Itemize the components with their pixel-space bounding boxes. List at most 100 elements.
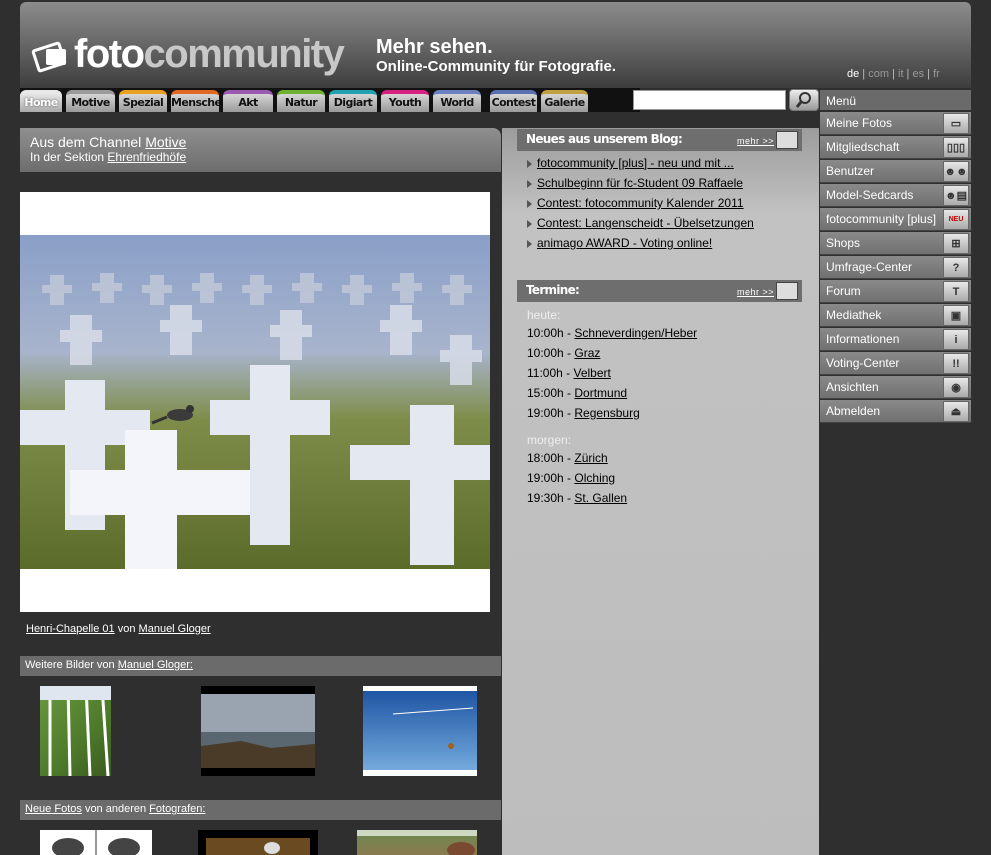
thumbnail[interactable]: [363, 686, 477, 776]
menu-item-mediathek[interactable]: Mediathek ▣: [820, 304, 971, 327]
event-place-link[interactable]: Regensburg: [574, 406, 639, 420]
event-time: 18:00h -: [527, 451, 572, 465]
menu-item-informationen[interactable]: Informationen i: [820, 328, 971, 351]
blog-more-link[interactable]: mehr >>: [737, 136, 774, 146]
more-images-prefix: Weitere Bilder von: [25, 659, 115, 671]
cart-icon: ⊞: [943, 233, 969, 254]
event-time: 11:00h -: [527, 366, 571, 380]
logo-text-foto: foto: [74, 31, 145, 76]
termine-more-link[interactable]: mehr >>: [737, 287, 774, 297]
media-icon: ▣: [943, 305, 969, 326]
users-icon: ☻☻: [943, 161, 969, 182]
language-switcher: de | com | it | es | fr: [847, 68, 940, 80]
thumbnail[interactable]: [357, 830, 477, 855]
blog-item-link[interactable]: fotocommunity [plus] - neu und mit ...: [537, 156, 734, 170]
menu-item-shops[interactable]: Shops ⊞: [820, 232, 971, 255]
logo[interactable]: foto community: [32, 31, 345, 76]
thumbnail[interactable]: [198, 830, 318, 855]
tab-natur[interactable]: Natur: [277, 90, 325, 112]
menu-item-ansichten[interactable]: Ansichten ◉: [820, 376, 971, 399]
event-time: 15:00h -: [527, 386, 572, 400]
event-row: 19:00h - Olching: [527, 471, 697, 491]
menu-item-label: Ansichten: [826, 380, 879, 394]
menu-item-label: Shops: [826, 236, 861, 250]
language-link-fr[interactable]: fr: [933, 68, 940, 80]
tab-galerie[interactable]: Galerie: [541, 90, 588, 112]
photos-icon: ▭: [943, 113, 969, 134]
menu-item-label: Informationen: [826, 332, 900, 346]
section-link[interactable]: Ehrenfriedhöfe: [107, 150, 186, 164]
event-row: 18:00h - Zürich: [527, 451, 697, 471]
menu-item-model-sedcards[interactable]: Model-Sedcards ☻▤: [820, 184, 971, 207]
featured-photo[interactable]: [20, 235, 490, 569]
menu-item-meine-fotos[interactable]: Meine Fotos ▭: [820, 112, 971, 135]
more-images-header: Weitere Bilder von Manuel Gloger:: [20, 656, 501, 676]
menu-item-benutzer[interactable]: Benutzer ☻☻: [820, 160, 971, 183]
event-time: 19:00h -: [527, 471, 572, 485]
event-place-link[interactable]: Graz: [574, 346, 600, 360]
tab-menschen[interactable]: Menschen: [171, 90, 229, 112]
menu-item-forum[interactable]: Forum T: [820, 280, 971, 303]
logout-icon: ⏏: [943, 401, 969, 422]
menu-header: Menü: [820, 90, 971, 110]
event-row: 19:30h - St. Gallen: [527, 491, 697, 511]
photo-author-link[interactable]: Manuel Gloger: [139, 623, 211, 635]
photo-title-link[interactable]: Henri-Chapelle 01: [26, 623, 115, 635]
more-images-author-link[interactable]: Manuel Gloger:: [118, 659, 193, 671]
event-place-link[interactable]: St. Gallen: [574, 491, 627, 505]
membership-icon: ▯▯▯: [943, 137, 969, 158]
menu-item-mitgliedschaft[interactable]: Mitgliedschaft ▯▯▯: [820, 136, 971, 159]
event-time: 19:00h -: [527, 406, 572, 420]
blog-header: Neues aus unserem Blog: mehr >>: [517, 129, 802, 151]
blog-item-link[interactable]: Schulbeginn für fc-Student 09 Raffaele: [537, 176, 743, 190]
blog-item: Contest: Langenscheidt - Übelsetzungen: [527, 216, 754, 236]
photo-by: von: [117, 623, 136, 635]
channel-prefix: Aus dem Channel: [30, 134, 142, 150]
tab-contest[interactable]: Contest: [490, 90, 537, 112]
event-place-link[interactable]: Olching: [574, 471, 615, 485]
blog-item-link[interactable]: animago AWARD - Voting online!: [537, 236, 712, 250]
thumbnail[interactable]: [201, 686, 315, 776]
event-place-link[interactable]: Zürich: [574, 451, 607, 465]
language-link-es[interactable]: es: [912, 68, 924, 80]
channel-link[interactable]: Motive: [145, 134, 186, 150]
thumbnail[interactable]: [40, 830, 152, 855]
blog-item-link[interactable]: Contest: fotocommunity Kalender 2011: [537, 196, 744, 210]
new-photos-link[interactable]: Neue Fotos: [25, 803, 82, 815]
menu-item-label: Meine Fotos: [826, 116, 893, 130]
photographers-link[interactable]: Fotografen:: [149, 803, 205, 815]
event-row: 10:00h - Schneverdingen/Heber: [527, 326, 697, 346]
tab-motive[interactable]: Motive: [66, 90, 115, 112]
thumbnail[interactable]: [40, 686, 111, 776]
menu-item-voting-center[interactable]: Voting-Center!!: [820, 352, 971, 375]
menu-item-umfrage-center[interactable]: Umfrage-Center?: [820, 256, 971, 279]
tab-akt[interactable]: Akt: [223, 90, 273, 112]
menu-item-label: Mitgliedschaft: [826, 140, 900, 154]
page: foto community Mehr sehen. Online-Communi…: [0, 0, 991, 855]
tab-world[interactable]: World: [433, 90, 481, 112]
tab-digiart[interactable]: Digiart: [329, 90, 377, 112]
event-place-link[interactable]: Schneverdingen/Heber: [574, 326, 697, 340]
tab-youth[interactable]: Youth: [381, 90, 429, 112]
language-link-de[interactable]: de: [847, 68, 859, 80]
tab-home[interactable]: Home: [20, 90, 62, 112]
channel-tabs: Home Motive Spezial Menschen Akt Natur Digiart…: [20, 88, 640, 112]
menu-item-abmelden[interactable]: Abmelden ⏏: [820, 400, 971, 423]
menu-item-fotocommunity-plus[interactable]: fotocommunity [plus] NEU: [820, 208, 971, 231]
search-button[interactable]: [789, 89, 819, 111]
language-link-com[interactable]: com: [868, 68, 889, 80]
search-input[interactable]: [633, 90, 786, 110]
event-place-link[interactable]: Dortmund: [574, 386, 627, 400]
menu-item-label: Umfrage-Center: [826, 260, 913, 274]
tab-spezial[interactable]: Spezial: [119, 90, 167, 112]
event-row: 19:00h - Regensburg: [527, 406, 697, 426]
blog-item-link[interactable]: Contest: Langenscheidt - Übelsetzungen: [537, 216, 754, 230]
menu-item-label: Abmelden: [826, 404, 881, 418]
menu-item-label: Voting-Center: [826, 356, 900, 370]
event-place-link[interactable]: Velbert: [574, 366, 611, 380]
event-time: 10:00h -: [527, 326, 572, 340]
event-day-label: morgen:: [527, 433, 572, 447]
forum-icon: T: [943, 281, 969, 302]
event-day-label: heute:: [527, 308, 561, 322]
